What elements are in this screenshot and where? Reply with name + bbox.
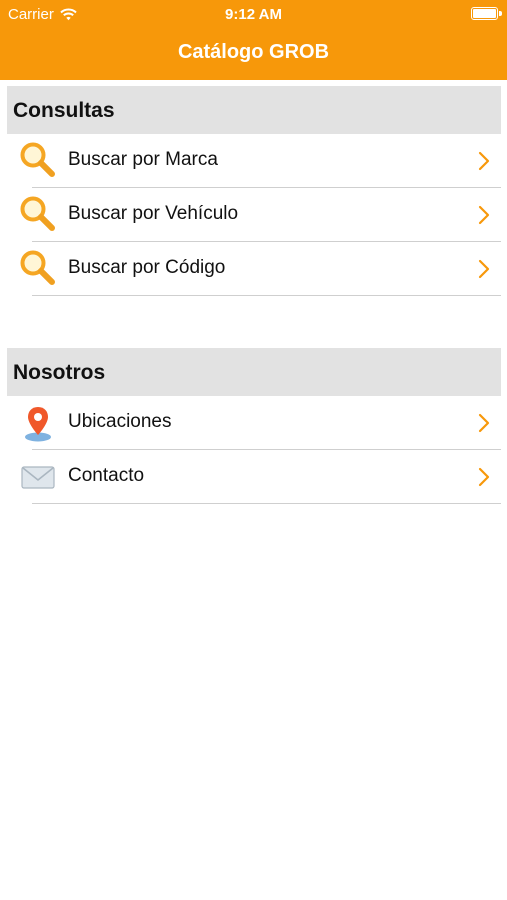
- clock: 9:12 AM: [225, 6, 282, 23]
- row-label: Buscar por Marca: [68, 149, 218, 170]
- chevron-right-icon: [478, 467, 490, 487]
- row-separator: [32, 295, 501, 296]
- chevron-right-icon: [478, 151, 490, 171]
- chevron-right-icon: [478, 413, 490, 433]
- row-buscar-por-vehiculo[interactable]: Buscar por Vehículo: [7, 188, 501, 242]
- section-header-consultas: Consultas: [7, 86, 501, 134]
- row-label: Ubicaciones: [68, 411, 172, 432]
- section-header-nosotros: Nosotros: [7, 348, 501, 396]
- row-label: Buscar por Vehículo: [68, 203, 239, 224]
- row-separator: [32, 503, 501, 504]
- chevron-right-icon: [478, 205, 490, 225]
- status-bar: Carrier 9:12 AM: [0, 0, 507, 28]
- search-icon: [20, 142, 55, 177]
- nav-bar: Carrier 9:12 AM Catálogo GROB: [0, 0, 507, 80]
- row-buscar-por-codigo[interactable]: Buscar por Código: [7, 242, 501, 296]
- section-title: Nosotros: [13, 361, 106, 384]
- mail-icon: [21, 466, 55, 489]
- search-icon: [20, 196, 55, 231]
- row-label: Buscar por Código: [68, 257, 226, 278]
- row-label: Contacto: [68, 465, 145, 486]
- row-ubicaciones[interactable]: Ubicaciones: [7, 396, 501, 450]
- row-buscar-por-marca[interactable]: Buscar por Marca: [7, 134, 501, 188]
- chevron-right-icon: [478, 259, 490, 279]
- search-icon: [20, 250, 55, 285]
- page-title: Catálogo GROB: [177, 41, 330, 63]
- location-pin-icon: [25, 407, 51, 442]
- battery-icon: [471, 7, 502, 20]
- row-contacto[interactable]: Contacto: [7, 450, 501, 504]
- section-title: Consultas: [13, 99, 115, 122]
